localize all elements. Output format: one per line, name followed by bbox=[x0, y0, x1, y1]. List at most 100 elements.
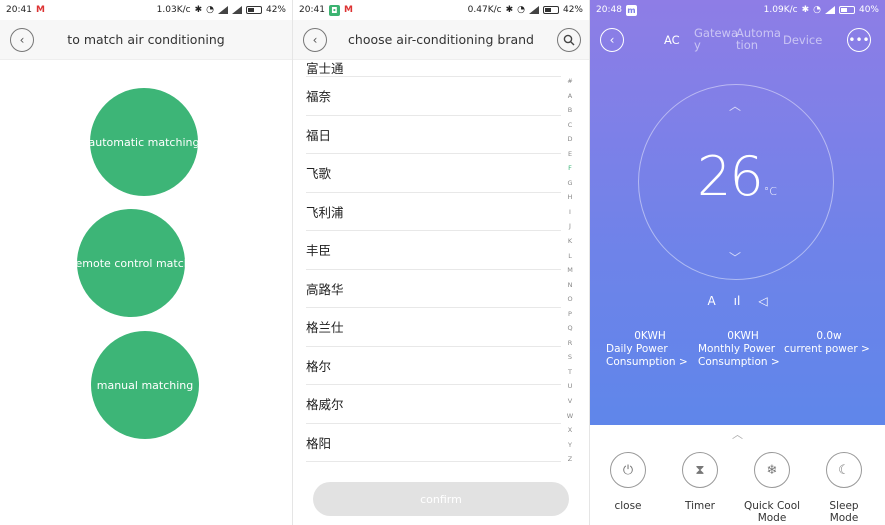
temperature-value: 26 bbox=[697, 145, 764, 208]
status-bar: 20:41 M 1.03K/c ✱ ◔ 42% bbox=[0, 0, 292, 20]
monthly-power-stat[interactable]: 0KWH Monthly Power Consumption > bbox=[698, 330, 788, 369]
brand-item[interactable]: 格威尔 bbox=[306, 385, 561, 424]
network-speed: 1.03K/c bbox=[156, 5, 191, 15]
back-button[interactable]: ‹ bbox=[10, 28, 34, 52]
gmail-icon: M bbox=[343, 5, 353, 15]
alphabet-letter[interactable]: A bbox=[568, 89, 572, 104]
status-bar: 20:41 ◘ M 0.47K/c ✱ ◔ 42% bbox=[293, 0, 589, 20]
hourglass-icon: ⧗ bbox=[682, 452, 718, 488]
alphabet-letter[interactable]: U bbox=[568, 379, 573, 394]
remote-control-match-button[interactable]: remote control match bbox=[77, 209, 185, 317]
signal-icon bbox=[824, 6, 835, 14]
battery-icon bbox=[542, 6, 559, 14]
alphabet-letter[interactable]: S bbox=[568, 350, 572, 365]
timer-control[interactable]: ⧗ Timer bbox=[670, 452, 730, 512]
more-button[interactable]: ••• bbox=[847, 28, 871, 52]
alphabet-letter[interactable]: O bbox=[567, 292, 572, 307]
wifi-icon: ◔ bbox=[206, 5, 214, 15]
brand-list: 富士通 福奈 福日 飞歌 飞利浦 丰臣 高路华 格兰仕 格尔 格威尔 格阳 bbox=[306, 58, 561, 462]
current-power-stat[interactable]: 0.0w current power > bbox=[784, 330, 874, 356]
quick-cool-control[interactable]: ❄ Quick Cool Mode bbox=[742, 452, 802, 524]
wifi-icon: ◔ bbox=[517, 5, 525, 15]
battery-level: 42% bbox=[265, 5, 286, 15]
monthly-power-value: 0KWH bbox=[727, 330, 759, 342]
decrease-temperature-icon[interactable]: ﹀ bbox=[729, 249, 741, 266]
title-bar: ‹ choose air-conditioning brand bbox=[293, 20, 589, 60]
alphabet-letter[interactable]: # bbox=[567, 74, 572, 89]
brand-item[interactable]: 福奈 bbox=[306, 77, 561, 116]
increase-temperature-icon[interactable]: ︿ bbox=[729, 97, 741, 114]
brand-item[interactable]: 飞利浦 bbox=[306, 193, 561, 231]
alphabet-letter[interactable]: R bbox=[568, 336, 573, 351]
manual-matching-button[interactable]: manual matching bbox=[91, 331, 199, 439]
snowflake-icon: ❄ bbox=[754, 452, 790, 488]
alphabet-letter[interactable]: V bbox=[568, 394, 572, 409]
alphabet-letter[interactable]: H bbox=[568, 190, 573, 205]
temperature-dial[interactable]: ︿ 26 °C ﹀ bbox=[638, 84, 834, 280]
tab-device[interactable]: Device bbox=[783, 34, 822, 46]
sleep-control[interactable]: ☾ Sleep Mode bbox=[814, 452, 874, 524]
alphabet-letter[interactable]: F bbox=[568, 161, 572, 176]
confirm-button[interactable]: confirm bbox=[313, 482, 569, 516]
tab-automation[interactable]: Automa tion bbox=[736, 27, 781, 51]
alphabet-letter[interactable]: B bbox=[568, 103, 572, 118]
expand-panel-icon[interactable]: ︿ bbox=[590, 426, 885, 442]
daily-power-value: 0KWH bbox=[634, 330, 666, 342]
alphabet-letter[interactable]: W bbox=[567, 409, 573, 424]
brand-item[interactable]: 格兰仕 bbox=[306, 308, 561, 347]
brand-item[interactable]: 格尔 bbox=[306, 347, 561, 385]
swing-icon[interactable]: ◁ bbox=[758, 294, 767, 308]
back-button[interactable]: ‹ bbox=[303, 28, 327, 52]
alphabet-letter[interactable]: Z bbox=[568, 452, 572, 467]
alphabet-index[interactable]: # A B C D E F G H I J K L M N O P Q R S T U V W X Y Z bbox=[565, 74, 575, 467]
current-power-value: 0.0w bbox=[816, 330, 842, 342]
auto-mode-icon[interactable]: A bbox=[707, 294, 715, 308]
close-control[interactable]: ⏻ close bbox=[598, 452, 658, 512]
signal-icon bbox=[217, 6, 228, 14]
daily-power-stat[interactable]: 0KWH Daily Power Consumption > bbox=[606, 330, 694, 369]
alphabet-letter[interactable]: Y bbox=[568, 438, 572, 453]
network-speed: 0.47K/c bbox=[467, 5, 502, 15]
alphabet-letter[interactable]: E bbox=[568, 147, 572, 162]
automatic-matching-button[interactable]: automatic matching bbox=[90, 88, 198, 196]
bluetooth-icon: ✱ bbox=[801, 5, 810, 15]
alphabet-letter[interactable]: G bbox=[567, 176, 572, 191]
alphabet-letter[interactable]: X bbox=[568, 423, 572, 438]
bluetooth-icon: ✱ bbox=[505, 5, 514, 15]
search-button[interactable] bbox=[557, 28, 581, 52]
search-icon bbox=[563, 34, 575, 46]
status-time: 20:41 bbox=[6, 5, 32, 15]
tab-gateway[interactable]: Gatewa y bbox=[694, 27, 738, 51]
brand-item[interactable]: 飞歌 bbox=[306, 154, 561, 193]
alphabet-letter[interactable]: I bbox=[569, 205, 571, 220]
alphabet-letter[interactable]: Q bbox=[567, 321, 572, 336]
fan-speed-icon[interactable]: ıl bbox=[734, 294, 741, 308]
more-icon: ••• bbox=[848, 33, 870, 47]
back-button[interactable]: ‹ bbox=[600, 28, 624, 52]
page-title: choose air-conditioning brand bbox=[348, 32, 534, 47]
monthly-power-label: Monthly Power Consumption > bbox=[698, 343, 780, 368]
brand-item[interactable]: 福日 bbox=[306, 116, 561, 154]
signal-icon bbox=[231, 6, 242, 14]
alphabet-letter[interactable]: P bbox=[568, 307, 572, 322]
ac-hero-panel: 20:48 m 1.09K/c ✱ ◔ 40% ‹ AC Gatewa y Au… bbox=[590, 0, 885, 425]
quick-cool-label: Quick Cool Mode bbox=[743, 500, 801, 524]
page-title: to match air conditioning bbox=[67, 32, 225, 47]
alphabet-letter[interactable]: C bbox=[568, 118, 573, 133]
brand-item[interactable]: 格阳 bbox=[306, 424, 561, 462]
brand-item[interactable]: 富士通 bbox=[306, 58, 561, 77]
alphabet-letter[interactable]: M bbox=[567, 263, 573, 278]
alphabet-letter[interactable]: D bbox=[567, 132, 572, 147]
timer-label: Timer bbox=[684, 500, 715, 512]
tab-ac[interactable]: AC bbox=[664, 34, 680, 46]
brand-item[interactable]: 高路华 bbox=[306, 270, 561, 308]
alphabet-letter[interactable]: T bbox=[568, 365, 572, 380]
chevron-left-icon: ‹ bbox=[312, 33, 318, 47]
alphabet-letter[interactable]: K bbox=[568, 234, 572, 249]
brand-item[interactable]: 丰臣 bbox=[306, 231, 561, 270]
alphabet-letter[interactable]: L bbox=[568, 249, 572, 264]
alphabet-letter[interactable]: J bbox=[569, 219, 571, 234]
status-time: 20:41 bbox=[299, 5, 325, 15]
alphabet-letter[interactable]: N bbox=[568, 278, 573, 293]
ac-nav-bar: ‹ AC Gatewa y Automa tion Device ••• bbox=[590, 26, 885, 56]
